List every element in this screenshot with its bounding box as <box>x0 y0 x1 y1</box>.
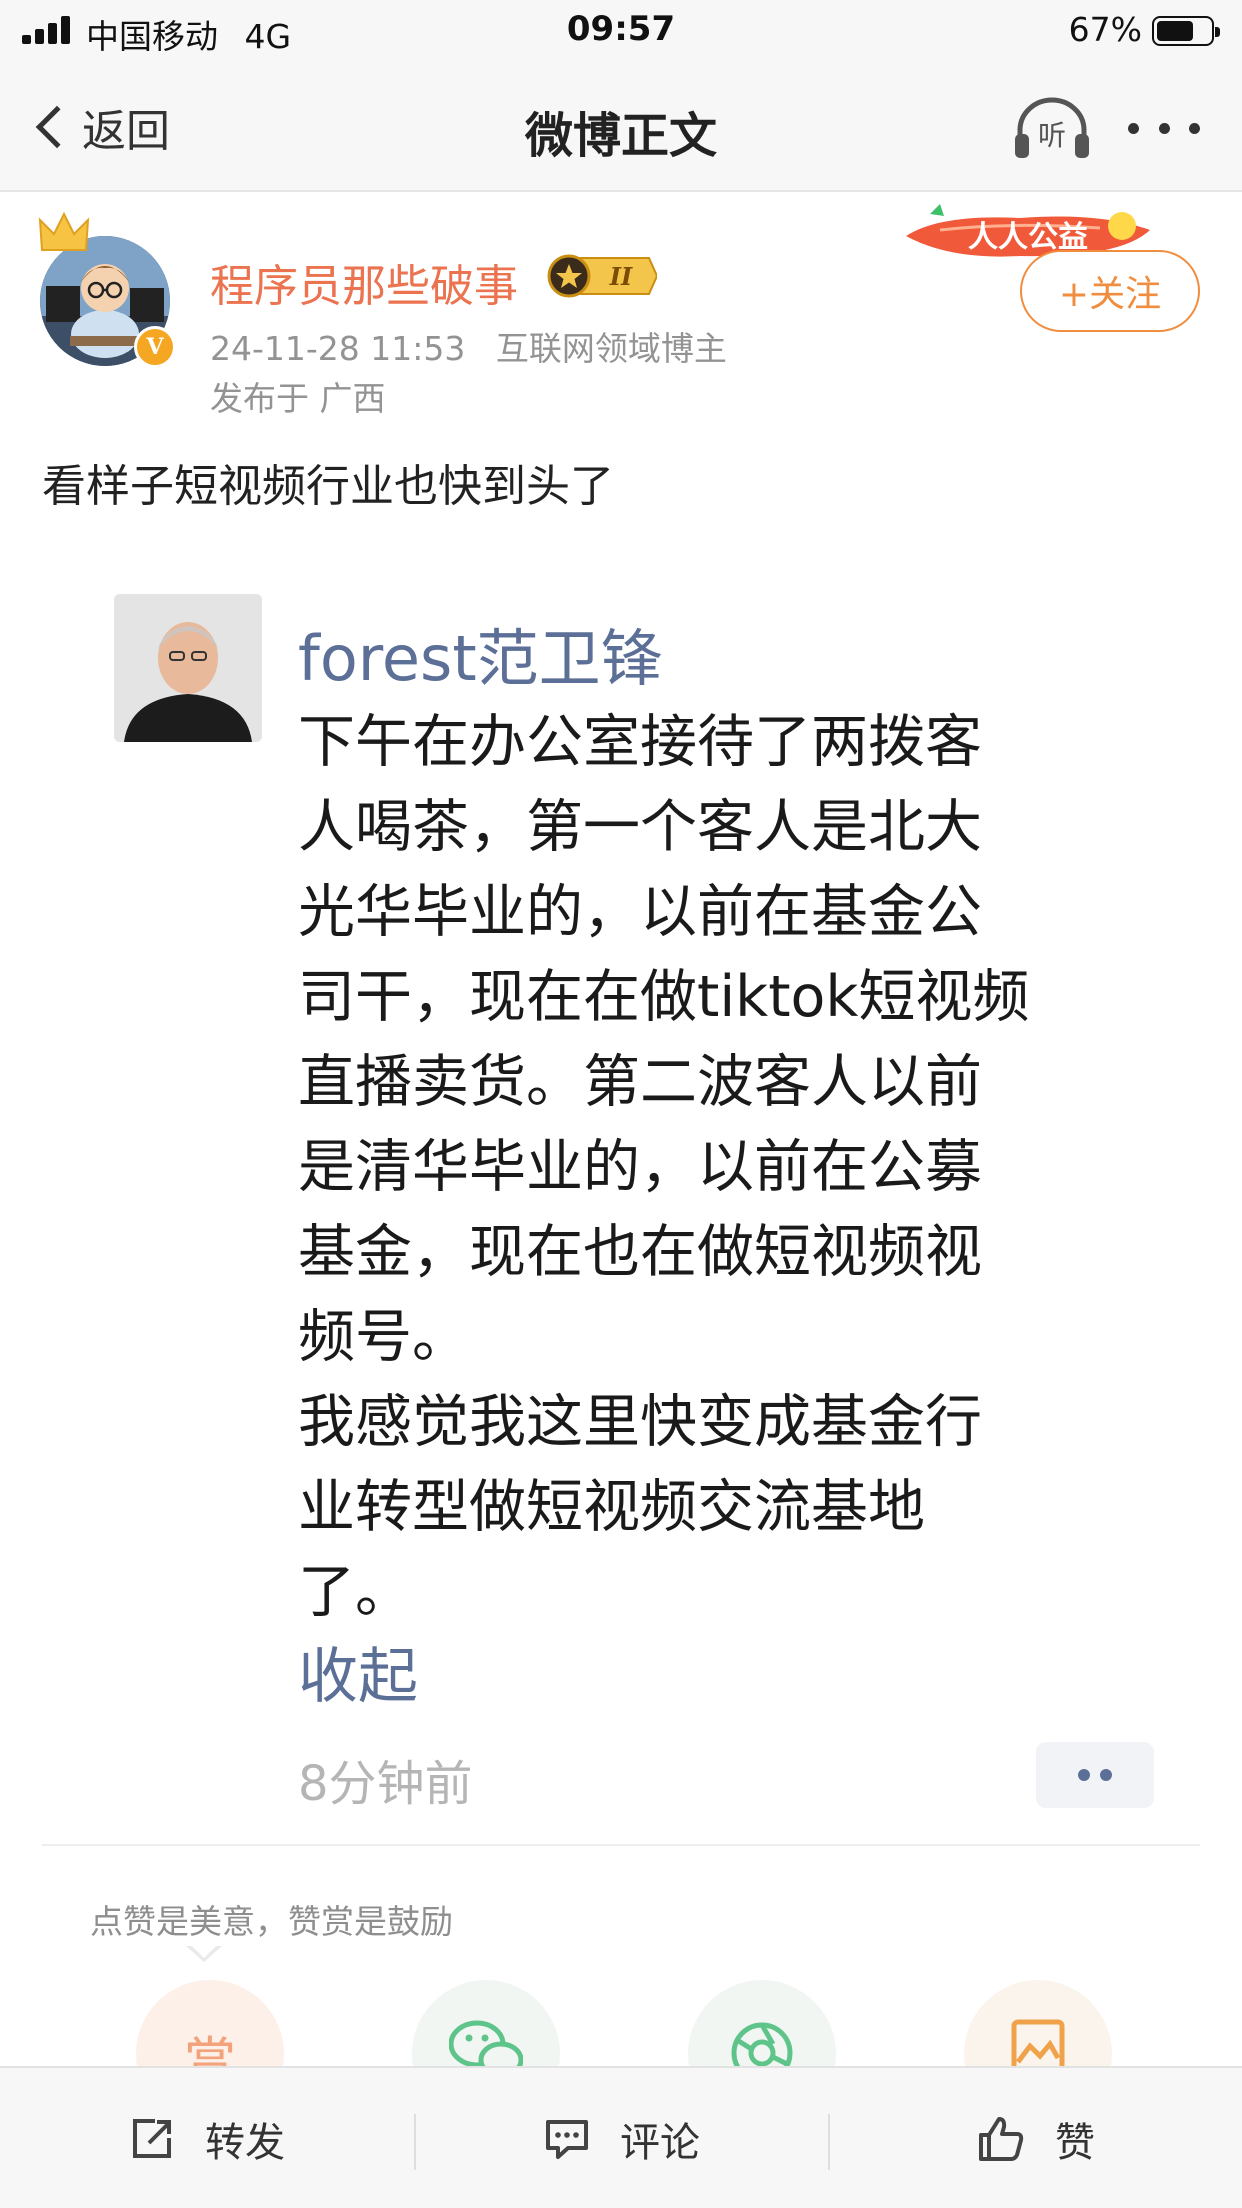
comment-icon <box>546 2120 588 2159</box>
quoted-body-text: 下午在办公室接待了两拨客 人喝茶，第一个客人是北大 光华毕业的，以前在基金公 司… <box>298 709 1030 1625</box>
like-button[interactable]: 赞 <box>830 2068 1242 2208</box>
tip-reward-button[interactable]: 赏 <box>136 1980 284 2070</box>
post-location: 发布于 广西 <box>210 379 386 418</box>
repost-label: 转发 <box>205 2120 285 2166</box>
post-meta: 24-11-28 11:53 互联网领域博主 <box>210 322 727 370</box>
status-time: 09:57 <box>566 9 676 49</box>
repost-icon <box>133 2119 171 2158</box>
quoted-time: 8分钟前 <box>298 1756 473 1812</box>
level-badge-text: II <box>609 262 633 291</box>
author-title: 互联网领域博主 <box>495 329 727 368</box>
user-level-badge[interactable]: II <box>545 252 659 300</box>
quoted-author-avatar <box>114 594 262 742</box>
more-dots-icon <box>1128 122 1139 134</box>
headphones-icon: 听 <box>1015 97 1089 158</box>
listen-label: 听 <box>1038 119 1066 152</box>
reward-tip: 点赞是美意，赞赏是鼓励 <box>90 1902 453 1941</box>
moments-icon <box>731 2022 793 2070</box>
person-photo-icon <box>114 594 262 742</box>
post-timestamp: 24-11-28 11:53 <box>210 329 466 368</box>
author-avatar[interactable]: V <box>38 211 176 368</box>
divider <box>42 1844 1200 1846</box>
dots-icon <box>1078 1769 1090 1781</box>
picture-icon <box>1011 2019 1065 2070</box>
battery-icon <box>1152 16 1220 46</box>
reward-row: 赏 <box>0 1980 1242 2070</box>
wechat-share-button[interactable] <box>412 1980 560 2070</box>
moments-share-button[interactable] <box>688 1980 836 2070</box>
comment-label: 评论 <box>620 2120 700 2166</box>
thumbs-up-icon <box>979 2117 1024 2161</box>
author-name[interactable]: 程序员那些破事 <box>210 250 518 314</box>
listen-button[interactable]: 听 <box>1012 96 1092 162</box>
quoted-more-button[interactable] <box>1036 1742 1154 1808</box>
more-options-button[interactable] <box>1128 116 1200 140</box>
image-share-button[interactable] <box>964 1980 1112 2070</box>
repost-button[interactable]: 转发 <box>0 2068 414 2208</box>
embedded-image[interactable]: forest范卫锋 下午在办公室接待了两拨客 人喝茶，第一个客人是北大 光华毕业… <box>0 580 1242 1840</box>
post-text: 看样子短视频行业也快到头了 <box>42 461 614 512</box>
verified-mark: V <box>146 334 164 360</box>
comment-button[interactable]: 评论 <box>416 2068 828 2208</box>
verified-badge: V <box>134 326 176 368</box>
wechat-icon <box>449 2020 523 2070</box>
level-badge-icon: II <box>547 254 659 298</box>
reward-label: 赏 <box>183 2033 236 2070</box>
battery-level <box>1157 21 1193 41</box>
battery-percent: 67% <box>1068 10 1142 49</box>
status-bar: 中国移动 4G 09:57 67% <box>0 0 1242 62</box>
nav-bar: 返回 微博正文 听 <box>0 62 1242 192</box>
follow-button[interactable]: +关注 <box>1020 250 1200 332</box>
bottom-toolbar: 转发 评论 赞 <box>0 2066 1242 2208</box>
follow-label: +关注 <box>1058 274 1162 315</box>
like-label: 赞 <box>1055 2120 1095 2166</box>
crown-icon <box>38 211 90 251</box>
collapse-link[interactable]: 收起 <box>298 1628 418 1715</box>
quoted-author-name: forest范卫锋 <box>298 622 663 695</box>
